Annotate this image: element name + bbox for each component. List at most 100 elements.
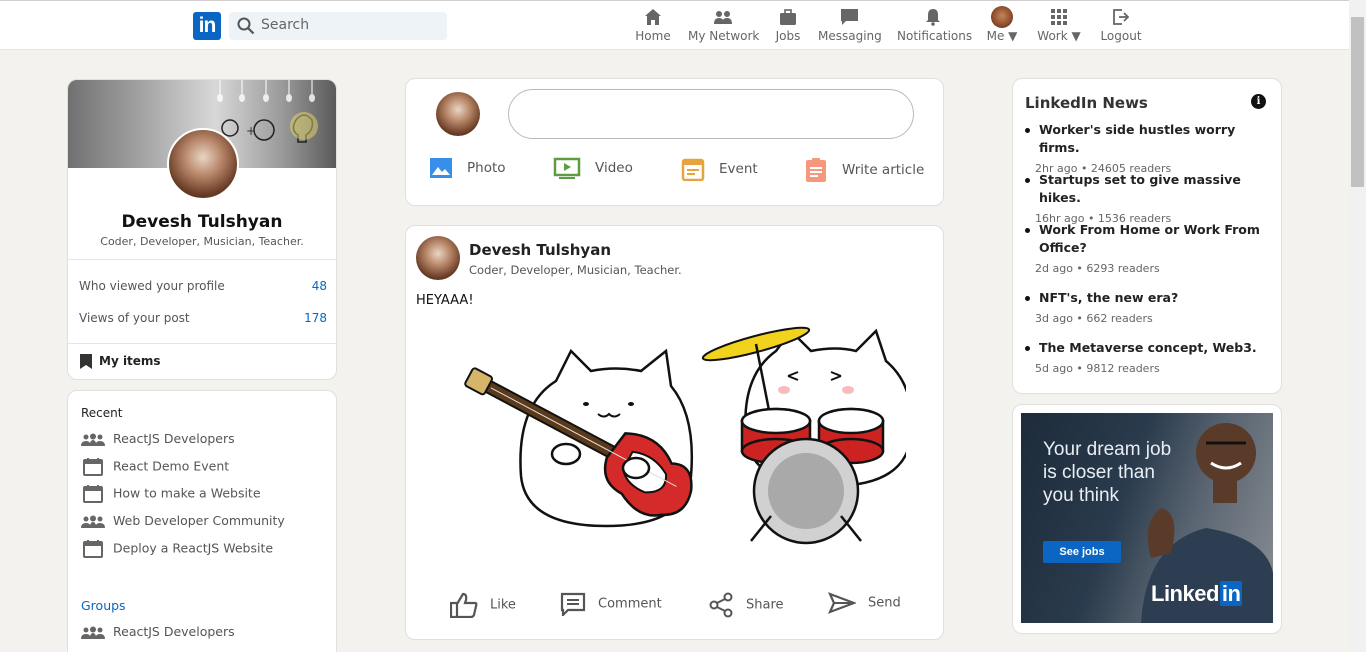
news-headline: Work From Home or Work From Office?: [1025, 221, 1265, 257]
grid-icon: [1051, 9, 1067, 25]
share-event-button[interactable]: Event: [681, 157, 758, 182]
post-image-cats-band[interactable]: [446, 326, 906, 556]
page-scrollbar[interactable]: [1349, 0, 1366, 652]
divider: [68, 259, 336, 260]
recent-item[interactable]: ReactJS Developers: [81, 431, 235, 447]
profile-headline: Coder, Developer, Musician, Teacher.: [100, 235, 304, 248]
news-item[interactable]: The Metaverse concept, Web3. 5d ago • 98…: [1025, 339, 1275, 375]
like-icon: [449, 592, 478, 619]
me-avatar: [991, 6, 1013, 28]
stat-profile-viewers[interactable]: Who viewed your profile 48: [79, 279, 327, 293]
send-label: Send: [868, 595, 901, 611]
news-item[interactable]: Startups set to give massive hikes. 16hr…: [1025, 171, 1275, 225]
ad-card[interactable]: Your dream job is closer than you think …: [1012, 404, 1282, 634]
nav-logout-label: Logout: [1100, 29, 1142, 43]
news-card: LinkedIn News i Worker's side hustles wo…: [1012, 78, 1282, 394]
nav-my-network-label: My Network: [688, 29, 760, 43]
linkedin-logo[interactable]: in: [193, 12, 221, 40]
video-icon: [553, 157, 581, 179]
share-photo-button[interactable]: Photo: [429, 157, 506, 179]
nav-me-label: Me ▼: [986, 29, 1018, 43]
nav-notifications[interactable]: Notifications: [897, 7, 973, 47]
logout-icon: [1113, 9, 1130, 25]
recent-item-label: Deploy a ReactJS Website: [113, 540, 274, 556]
bell-icon: [926, 9, 940, 26]
recent-item[interactable]: Web Developer Community: [81, 513, 285, 529]
nav-jobs-label: Jobs: [775, 29, 801, 43]
start-post-input[interactable]: [508, 89, 914, 139]
news-headline: The Metaverse concept, Web3.: [1025, 339, 1275, 357]
profile-name[interactable]: Devesh Tulshyan: [68, 212, 336, 232]
network-icon: [714, 11, 732, 24]
news-item[interactable]: Work From Home or Work From Office? 2d a…: [1025, 221, 1265, 275]
nav-my-network[interactable]: My Network: [688, 7, 760, 47]
groups-title[interactable]: Groups: [81, 598, 126, 613]
bookmark-icon: [80, 354, 92, 369]
my-items-link[interactable]: My items: [79, 353, 161, 370]
group-icon: [81, 626, 105, 639]
ad-brand-text: Linked: [1151, 581, 1219, 606]
scrollbar-thumb[interactable]: [1351, 17, 1364, 187]
stat-profile-viewers-label: Who viewed your profile: [79, 279, 225, 293]
search-input[interactable]: Search: [229, 12, 447, 40]
news-headline: Worker's side hustles worry firms.: [1025, 121, 1275, 157]
recent-item[interactable]: How to make a Website: [81, 485, 261, 503]
nav-work[interactable]: Work ▼: [1036, 7, 1082, 47]
my-items-label: My items: [99, 354, 161, 368]
write-article-button[interactable]: Write article: [804, 157, 924, 183]
nav-me[interactable]: Me ▼: [985, 6, 1019, 47]
search-icon: [237, 17, 255, 35]
nav-messaging[interactable]: Messaging: [818, 7, 882, 47]
nav-work-label: Work ▼: [1037, 29, 1081, 43]
send-button[interactable]: Send: [827, 592, 901, 614]
ad-brand-logo: Linked in: [1151, 581, 1243, 607]
comment-label: Comment: [598, 596, 662, 612]
svg-text:+: +: [246, 124, 256, 138]
recent-title: Recent: [81, 406, 123, 420]
share-video-button[interactable]: Video: [553, 157, 633, 179]
recent-card: Recent ReactJS Developers React Demo Eve…: [67, 390, 337, 652]
news-item[interactable]: NFT's, the new era? 3d ago • 662 readers: [1025, 289, 1275, 325]
nav-home[interactable]: Home: [633, 7, 673, 47]
share-avatar: [436, 92, 480, 136]
stat-profile-viewers-value: 48: [311, 279, 327, 293]
calendar-icon: [83, 485, 103, 503]
news-item[interactable]: Worker's side hustles worry firms. 2hr a…: [1025, 121, 1275, 175]
post-author-name[interactable]: Devesh Tulshyan: [469, 241, 611, 259]
profile-avatar[interactable]: [167, 128, 239, 200]
nav-messaging-label: Messaging: [818, 29, 882, 43]
divider: [68, 343, 336, 344]
group-item[interactable]: ReactJS Developers: [81, 624, 235, 640]
news-headline: NFT's, the new era?: [1025, 289, 1275, 307]
ad-headline: Your dream job is closer than you think: [1043, 439, 1172, 506]
share-video-label: Video: [595, 160, 633, 176]
recent-item-label: Web Developer Community: [113, 513, 285, 528]
post-text: HEYAAA!: [416, 293, 474, 308]
like-button[interactable]: Like: [449, 592, 516, 619]
nav-jobs[interactable]: Jobs: [772, 7, 804, 47]
recent-item[interactable]: Deploy a ReactJS Website: [81, 540, 273, 558]
news-headline: Startups set to give massive hikes.: [1025, 171, 1275, 207]
info-icon[interactable]: i: [1251, 94, 1266, 109]
share-photo-label: Photo: [467, 160, 506, 176]
recent-item-label: How to make a Website: [113, 485, 261, 501]
briefcase-icon: [780, 8, 796, 25]
share-button[interactable]: Share: [708, 592, 784, 618]
see-jobs-button[interactable]: See jobs: [1043, 541, 1121, 563]
top-navbar: in Search Home My Network Jobs Messaging…: [0, 0, 1366, 50]
calendar-icon: [83, 458, 103, 476]
group-icon: [81, 515, 105, 528]
article-icon: [806, 158, 826, 182]
share-box: Photo Video Event Write article: [405, 78, 944, 206]
news-meta: 5d ago • 9812 readers: [1035, 362, 1160, 375]
news-title: LinkedIn News: [1025, 94, 1148, 112]
comment-button[interactable]: Comment: [560, 592, 662, 618]
recent-item[interactable]: React Demo Event: [81, 458, 229, 476]
stat-post-views[interactable]: Views of your post 178: [79, 311, 327, 325]
nav-notifications-label: Notifications: [897, 29, 973, 43]
recent-item-label: ReactJS Developers: [113, 431, 235, 446]
nav-logout[interactable]: Logout: [1100, 7, 1142, 47]
ad-banner[interactable]: Your dream job is closer than you think …: [1021, 413, 1273, 623]
post-author-avatar[interactable]: [416, 236, 460, 280]
post-card: Devesh Tulshyan Coder, Developer, Musici…: [405, 225, 944, 640]
